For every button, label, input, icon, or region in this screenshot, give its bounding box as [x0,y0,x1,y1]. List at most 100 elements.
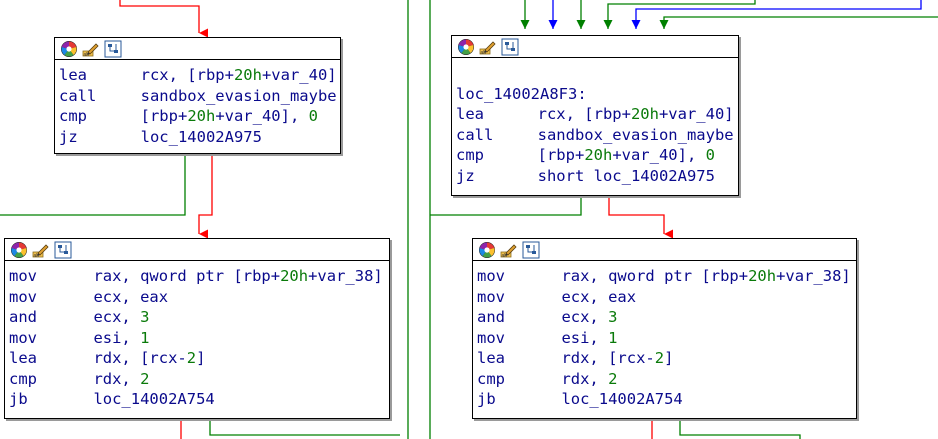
instruction-line[interactable]: call sandbox_evasion_maybe [59,86,340,107]
instruction-line[interactable]: call sandbox_evasion_maybe [456,125,738,146]
edge-in2-green-c [603,0,756,29]
graph-overview-icon[interactable] [54,241,72,259]
operand-number: 1 [140,328,150,347]
instruction-line[interactable]: mov ecx, eax [9,287,389,308]
operand: esi, [561,328,609,347]
mnemonic: cmp [9,369,37,388]
instruction-list: loc_14002A8F3: lea rcx, [rbp+20h+var_40] ca… [452,58,738,186]
basic-block-1[interactable]: ab lea rcx, [rbp+20h+var_40] call sandbox_e… [54,37,341,154]
rename-pencil-icon[interactable]: ab [500,241,518,259]
instruction-line[interactable]: and ecx, 3 [9,307,389,328]
operand-symbol[interactable]: sandbox_evasion_maybe [141,87,337,105]
mnemonic: cmp [59,107,87,125]
instruction-line[interactable]: lea rcx, [rbp+20h+var_40] [456,104,738,125]
operand: +var_38] [776,267,851,285]
node-header: ab [5,239,389,261]
instruction-line[interactable]: cmp [rbp+20h+var_40], 0 [456,145,738,166]
mnemonic: mov [9,328,37,347]
instruction-line[interactable]: and ecx, 3 [477,307,856,328]
svg-text:ab: ab [34,253,40,259]
basic-block-3[interactable]: ab mov rax, qword ptr [rbp+20h+var_38] mov… [4,238,390,419]
mnemonic: call [59,86,97,105]
mnemonic: lea [456,105,484,123]
operand-symbol[interactable]: sandbox_evasion_maybe [538,126,734,144]
instruction-line[interactable]: mov esi, 1 [477,328,856,349]
svg-text:ab: ab [502,253,508,259]
operand: rax, qword ptr [rbp+ [561,267,749,285]
edge-in2-green-d [659,16,938,29]
instruction-line[interactable]: cmp [rbp+20h+var_40], 0 [59,106,340,127]
operand: ecx, eax [93,287,169,306]
color-wheel-icon[interactable] [60,40,78,58]
instruction-line[interactable]: jz short loc_14002A975 [456,166,738,187]
operand-number: 20h [748,267,777,285]
operand: ecx, eax [561,287,637,306]
instruction-line[interactable]: cmp rdx, 2 [477,369,856,390]
operand: rcx, [rbp+ [537,105,631,123]
operand-number: 20h [233,66,262,84]
mnemonic: call [456,125,494,144]
edge-node3-out-green [209,418,400,436]
instruction-line[interactable]: jz loc_14002A975 [59,127,340,148]
graph-overview-icon[interactable] [104,40,122,58]
basic-block-4[interactable]: ab mov rax, qword ptr [rbp+20h+var_38] mov… [472,238,857,419]
operand: +var_38] [308,267,383,285]
code-label[interactable]: loc_14002A8F3: [456,84,738,105]
operand-number: 20h [584,146,613,164]
operand: +var_40], [612,146,706,164]
operand-number: 20h [630,105,659,123]
operand-symbol[interactable]: loc_14002A975 [141,128,262,146]
rename-pencil-icon[interactable]: ab [479,38,497,56]
color-wheel-icon[interactable] [10,241,28,259]
instruction-line[interactable]: mov ecx, eax [477,287,856,308]
instruction-line[interactable]: mov esi, 1 [9,328,389,349]
mnemonic: jb [477,390,496,408]
instruction-line[interactable]: lea rcx, [rbp+20h+var_40] [59,65,340,86]
edge-node1-out-green [0,153,186,216]
instruction-list: mov rax, qword ptr [rbp+20h+var_38] mov ecx… [5,261,389,410]
instruction-line[interactable]: jb loc_14002A754 [9,389,389,410]
operand: +var_40] [261,66,337,84]
operand: rdx, [561,369,609,388]
mnemonic: jz [59,127,78,146]
mnemonic: mov [477,267,505,285]
instruction-line[interactable]: lea rdx, [rcx-2] [477,348,856,369]
mnemonic: and [9,308,37,326]
svg-text:ab: ab [84,52,90,58]
edge-node2-to-node4-red [608,195,673,239]
graph-overview-icon[interactable] [501,38,519,56]
operand-symbol[interactable]: loc_14002A754 [561,390,682,408]
instruction-list: lea rcx, [rbp+20h+var_40] call sandbox_evas… [55,60,340,147]
rename-pencil-icon[interactable]: ab [32,241,50,259]
edge-node4-out-green [679,418,801,439]
operand: [rbp+ [537,146,585,164]
instruction-line[interactable]: mov rax, qword ptr [rbp+20h+var_38] [9,266,389,287]
graph-overview-icon[interactable] [522,241,540,259]
mnemonic: lea [59,66,87,84]
operand-symbol[interactable]: loc_14002A754 [93,390,214,408]
operand: +var_40], [215,107,309,125]
operand: rcx, [rbp+ [140,66,234,84]
instruction-line[interactable]: mov rax, qword ptr [rbp+20h+var_38] [477,266,856,287]
instruction-line[interactable]: cmp rdx, 2 [9,369,389,390]
color-wheel-icon[interactable] [478,241,496,259]
operand: ecx, [561,308,609,326]
operand-number: 20h [187,107,216,125]
operand-number: 3 [608,308,618,326]
mnemonic: lea [477,349,505,367]
node-header: ab [55,38,340,60]
instruction-line[interactable]: jb loc_14002A754 [477,389,856,410]
operand-number: 2 [140,369,150,388]
operand: [rbp+ [140,107,188,125]
operand: ] [664,349,674,367]
rename-pencil-icon[interactable]: ab [82,40,100,58]
operand-number: 2 [608,369,618,388]
mnemonic: and [477,308,505,326]
mnemonic: jb [9,390,28,408]
basic-block-2[interactable]: ab loc_14002A8F3: lea rcx, [rbp+20h+var_40… [451,35,739,196]
operand-number: 0 [308,107,318,125]
operand-symbol[interactable]: short loc_14002A975 [538,167,715,185]
operand: esi, [93,328,141,347]
instruction-line[interactable]: lea rdx, [rcx-2] [9,348,389,369]
color-wheel-icon[interactable] [457,38,475,56]
